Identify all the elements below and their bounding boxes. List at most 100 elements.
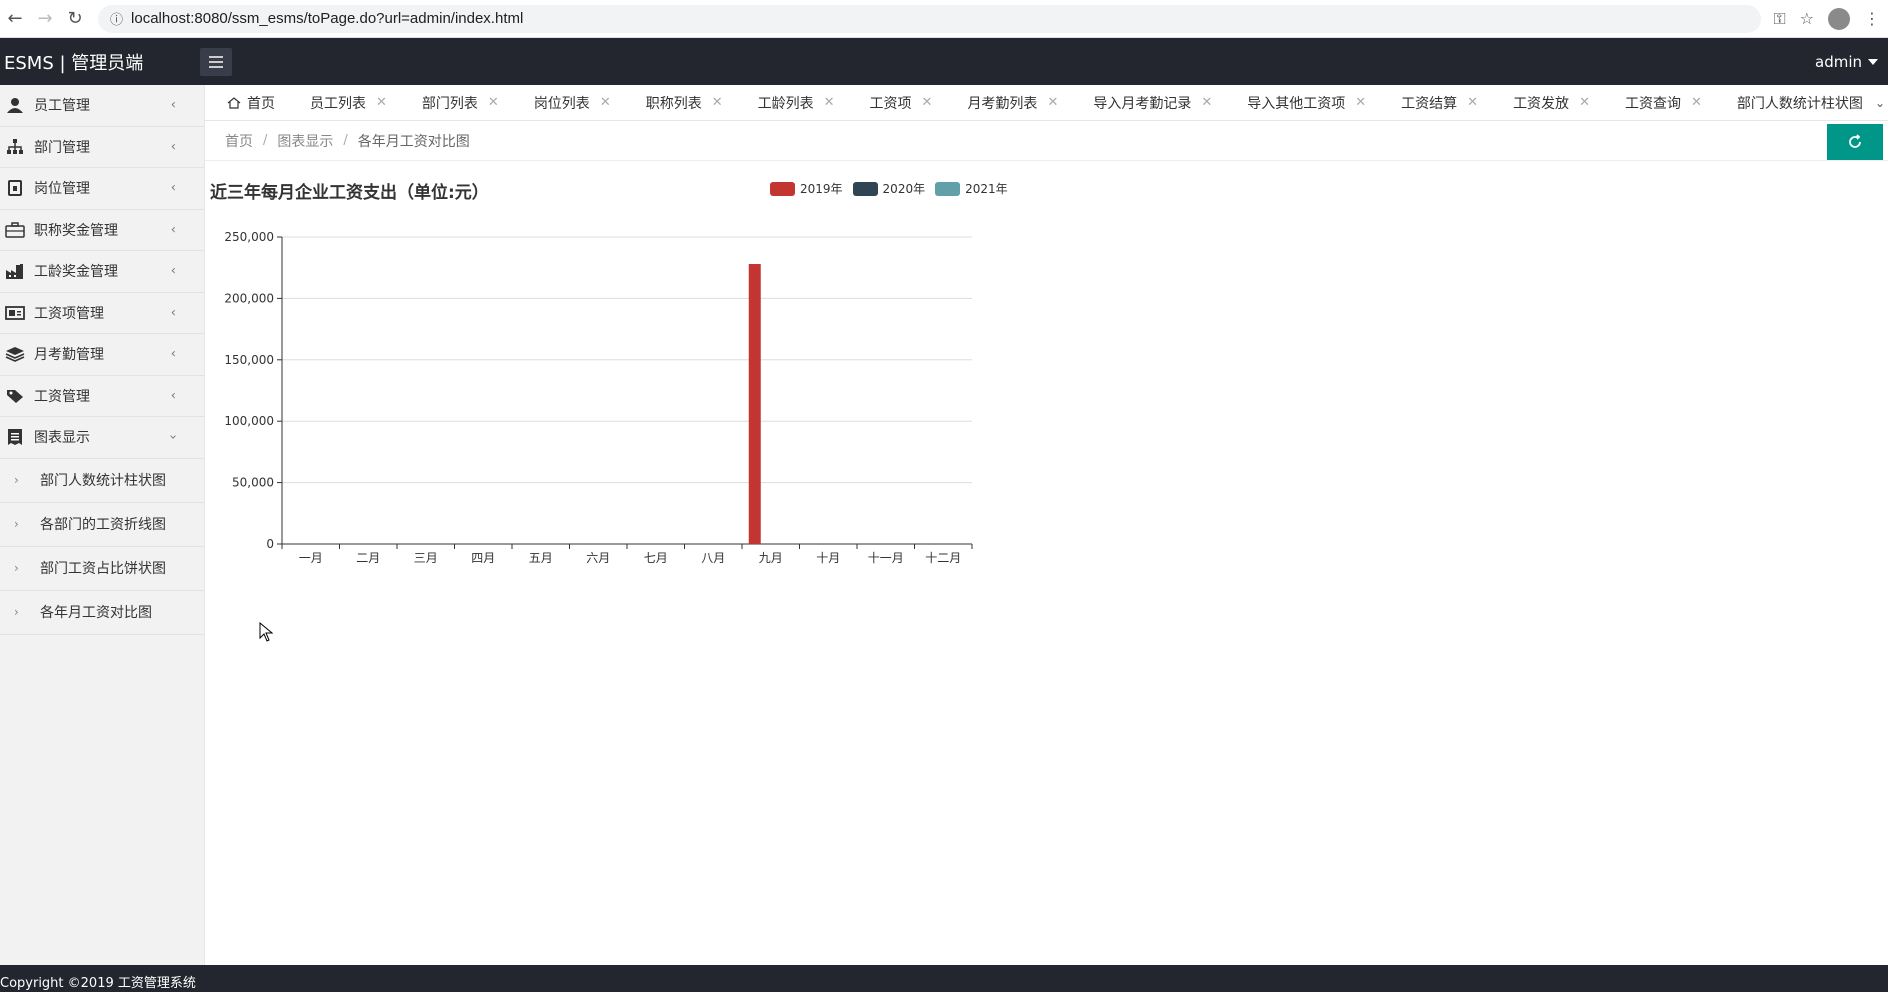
sidebar-item-title-bonus[interactable]: 职称奖金管理 ‹ [0,210,204,251]
chevron-left-icon: ‹ [170,222,176,238]
footer: Copyright ©2019 工资管理系统 [0,965,1888,992]
x-tick-label: 三月 [414,551,438,565]
tab-employee-list[interactable]: 员工列表 ✕ [288,85,400,120]
breadcrumb: 首页 / 图表显示 / 各年月工资对比图 [205,121,1888,161]
tab-attendance-list[interactable]: 月考勤列表 ✕ [945,85,1071,120]
sidebar-item-label: 月考勤管理 [34,347,104,364]
tab-label: 工资结算 [1401,95,1458,112]
sidebar-subitem-dept-headcount[interactable]: › 部门人数统计柱状图 [0,458,204,503]
forward-icon[interactable]: → [30,4,60,34]
layers-icon [4,345,26,363]
close-icon[interactable]: ✕ [1201,95,1212,110]
tab-salary-payment[interactable]: 工资发放 ✕ [1491,85,1603,120]
x-tick-label: 九月 [759,551,783,565]
y-tick-label: 150,000 [224,353,274,367]
profile-avatar[interactable] [1828,7,1850,30]
tab-import-attendance[interactable]: 导入月考勤记录 ✕ [1071,85,1225,120]
sidebar-subitem-label: 部门工资占比饼状图 [40,561,166,577]
close-icon[interactable]: ✕ [1047,95,1058,110]
close-icon[interactable]: ✕ [824,95,835,110]
refresh-button[interactable] [1827,124,1883,160]
footer-copyright: Copyright ©2019 工资管理系统 [0,976,196,991]
close-icon[interactable]: ✕ [376,95,387,110]
tab-label: 部门人数统计柱状图 [1736,95,1863,112]
sidebar-item-department[interactable]: 部门管理 ‹ [0,127,204,168]
breadcrumb-home[interactable]: 首页 [225,131,253,151]
sidebar-item-label: 图表显示 [34,430,90,447]
sidebar-item-salary[interactable]: 工资管理 ‹ [0,376,204,417]
tab-salary-settlement[interactable]: 工资结算 ✕ [1379,85,1491,120]
x-tick-label: 二月 [356,551,380,565]
tag-icon [4,387,26,405]
x-tick-label: 一月 [299,551,323,565]
breadcrumb-charts[interactable]: 图表显示 [277,131,333,151]
sidebar-subitem-dept-salary-pie[interactable]: › 部门工资占比饼状图 [0,546,204,591]
sidebar-item-salary-items[interactable]: 工资项管理 ‹ [0,293,204,334]
close-icon[interactable]: ✕ [1691,95,1702,110]
sidebar-item-position[interactable]: 岗位管理 ‹ [0,168,204,210]
chevron-down-icon: ‹ [165,434,181,440]
sidebar-subitem-dept-salary-line[interactable]: › 各部门的工资折线图 [0,502,204,547]
sidebar-subitem-yearly-compare[interactable]: › 各年月工资对比图 [0,590,204,635]
tab-bar: 首页 员工列表 ✕ 部门列表 ✕ 岗位列表 ✕ 职称列表 ✕ 工龄列表 ✕ 工资项 ✕ 月考… [205,85,1888,121]
tab-home[interactable]: 首页 [205,85,288,120]
breadcrumb-separator: / [263,133,268,148]
url-text: localhost:8080/ssm_esms/toPage.do?url=ad… [131,10,524,27]
tab-position-list[interactable]: 岗位列表 ✕ [512,85,624,120]
home-icon [227,96,241,109]
sidebar-item-label: 工龄奖金管理 [34,264,118,281]
x-tick-label: 八月 [701,551,725,565]
org-chart-icon [4,138,26,156]
chevron-right-icon: › [14,473,19,487]
chart-panel: 近三年每月企业工资支出（单位:元） 2019年 2020年 2021年 250,… [205,161,1888,965]
tab-title-list[interactable]: 职称列表 ✕ [624,85,736,120]
menu-toggle-icon[interactable] [200,47,232,76]
more-icon[interactable]: ⋮ [1864,9,1880,28]
star-icon[interactable]: ☆ [1800,9,1814,28]
close-icon[interactable]: ✕ [1579,95,1590,110]
close-icon[interactable]: ✕ [488,95,499,110]
tab-label: 工资查询 [1624,95,1681,112]
browser-toolbar: ← → ↻ ⓘ localhost:8080/ssm_esms/toPage.d… [0,0,1888,38]
close-icon[interactable]: ✕ [1355,95,1366,110]
sidebar-item-attendance[interactable]: 月考勤管理 ‹ [0,334,204,376]
sidebar-item-seniority-bonus[interactable]: 工龄奖金管理 ‹ [0,251,204,293]
reload-icon[interactable]: ↻ [60,4,90,34]
bar-chart: 250,000 200,000 150,000 100,000 50,000 0 一月 二月 三… [224,230,973,565]
close-icon[interactable]: ✕ [922,95,933,110]
tab-department-list[interactable]: 部门列表 ✕ [400,85,512,120]
refresh-icon [1849,134,1861,148]
chevron-left-icon: ‹ [170,388,176,404]
tab-seniority-list[interactable]: 工龄列表 ✕ [736,85,848,120]
tab-label: 工资发放 [1513,95,1570,112]
user-menu[interactable]: admin [1815,53,1888,71]
chevron-left-icon: ‹ [170,180,176,196]
address-bar[interactable]: ⓘ localhost:8080/ssm_esms/toPage.do?url=… [98,4,1762,33]
id-card-icon [4,304,26,322]
app-brand: ESMS | 管理员端 [4,52,144,74]
sidebar: 员工管理 ‹ 部门管理 ‹ 岗位管理 ‹ 职称奖金管理 ‹ 工龄奖金管理 ‹ 工… [0,85,205,965]
close-icon[interactable]: ✕ [1467,95,1478,110]
close-icon[interactable]: ✕ [600,95,611,110]
tab-salary-items[interactable]: 工资项 ✕ [848,85,946,120]
y-tick-label: 100,000 [224,414,274,428]
close-icon[interactable]: ✕ [712,95,723,110]
tab-label: 工资项 [869,95,912,112]
tab-label: 首页 [247,95,275,112]
tab-import-other-items[interactable]: 导入其他工资项 ✕ [1225,85,1379,120]
tab-salary-query[interactable]: 工资查询 ✕ [1603,85,1715,120]
factory-icon [4,262,26,280]
caret-down-icon [1868,58,1878,65]
key-icon[interactable]: ⚿ [1773,9,1785,29]
tab-dept-headcount-chart[interactable]: 部门人数统计柱状图 [1715,85,1876,120]
sidebar-item-employee[interactable]: 员工管理 ‹ [0,85,204,127]
chevron-down-icon[interactable]: ⌄ [1872,85,1888,120]
bar-2019年-九月 [748,264,761,544]
tab-label: 导入月考勤记录 [1093,95,1192,112]
sidebar-item-charts[interactable]: 图表显示 ‹ [0,417,204,459]
sidebar-subitem-label: 各部门的工资折线图 [40,517,166,533]
chevron-right-icon: › [14,605,19,619]
breadcrumb-current: 各年月工资对比图 [357,133,470,150]
app-header: ESMS | 管理员端 admin [0,38,1888,85]
back-icon[interactable]: ← [0,4,30,34]
